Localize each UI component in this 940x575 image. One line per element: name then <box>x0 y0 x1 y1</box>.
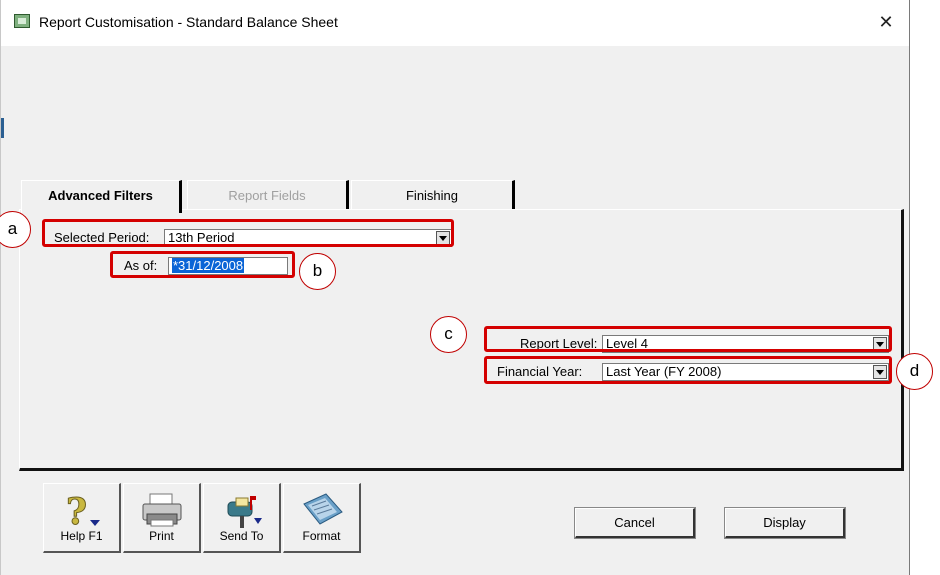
display-button[interactable]: Display <box>724 507 846 539</box>
chevron-down-icon[interactable] <box>436 231 450 245</box>
print-button[interactable]: Print <box>123 483 201 553</box>
close-button[interactable]: ✕ <box>873 10 899 34</box>
report-level-dropdown[interactable]: Level 4 <box>602 335 889 353</box>
as-of-value: *31/12/2008 <box>172 258 245 273</box>
as-of-label: As of: <box>124 258 158 273</box>
callout-b: b <box>299 253 336 290</box>
report-level-label: Report Level: <box>520 336 598 351</box>
title-bar: Report Customisation - Standard Balance … <box>1 0 909 46</box>
report-customisation-window: Report Customisation - Standard Balance … <box>0 0 910 575</box>
send-to-button-label: Send To <box>219 529 264 543</box>
tab-advanced-filters[interactable]: Advanced Filters <box>21 180 182 213</box>
chevron-down-icon[interactable] <box>873 365 887 379</box>
window-title: Report Customisation - Standard Balance … <box>39 14 338 30</box>
financial-year-label: Financial Year: <box>497 364 583 379</box>
financial-year-dropdown[interactable]: Last Year (FY 2008) <box>602 363 889 381</box>
window-edge-marker <box>1 118 4 138</box>
financial-year-value: Last Year (FY 2008) <box>606 364 722 379</box>
selected-period-dropdown[interactable]: 13th Period <box>164 229 452 247</box>
help-button-label: Help F1 <box>60 529 103 543</box>
format-book-icon <box>302 493 343 525</box>
send-to-button[interactable]: Send To <box>203 483 281 553</box>
help-button[interactable]: ? Help F1 <box>43 483 121 553</box>
printer-icon <box>142 493 181 527</box>
callout-d: d <box>896 353 933 390</box>
print-button-label: Print <box>149 529 174 543</box>
tab-report-fields[interactable]: Report Fields <box>187 180 349 210</box>
app-icon <box>14 14 30 28</box>
chevron-down-icon[interactable] <box>873 337 887 351</box>
selected-period-label: Selected Period: <box>54 230 150 245</box>
as-of-date-input[interactable]: *31/12/2008 <box>168 257 288 275</box>
help-question-icon: ? <box>65 491 100 530</box>
selected-period-value: 13th Period <box>168 230 235 245</box>
report-level-value: Level 4 <box>606 336 648 351</box>
mailbox-icon <box>227 496 262 528</box>
tab-finishing[interactable]: Finishing <box>351 180 515 210</box>
format-button[interactable]: Format <box>283 483 361 553</box>
svg-text:?: ? <box>66 491 87 530</box>
cancel-button[interactable]: Cancel <box>574 507 696 539</box>
callout-c: c <box>430 316 467 353</box>
format-button-label: Format <box>302 529 341 543</box>
